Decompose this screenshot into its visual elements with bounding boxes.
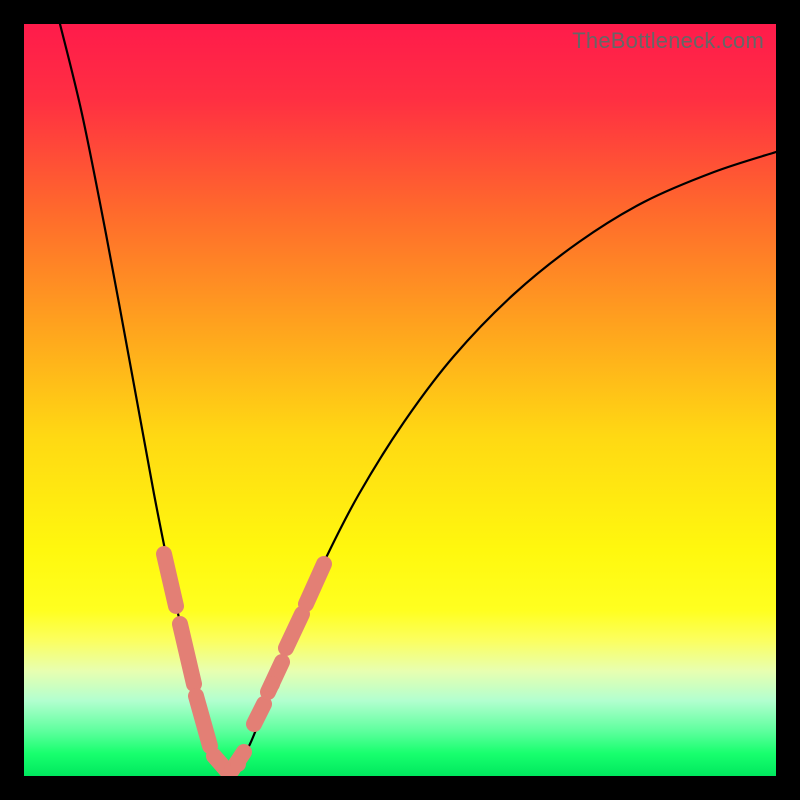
watermark-label: TheBottleneck.com xyxy=(572,28,764,54)
chart-plot-area: TheBottleneck.com xyxy=(24,24,776,776)
data-markers xyxy=(24,24,776,776)
